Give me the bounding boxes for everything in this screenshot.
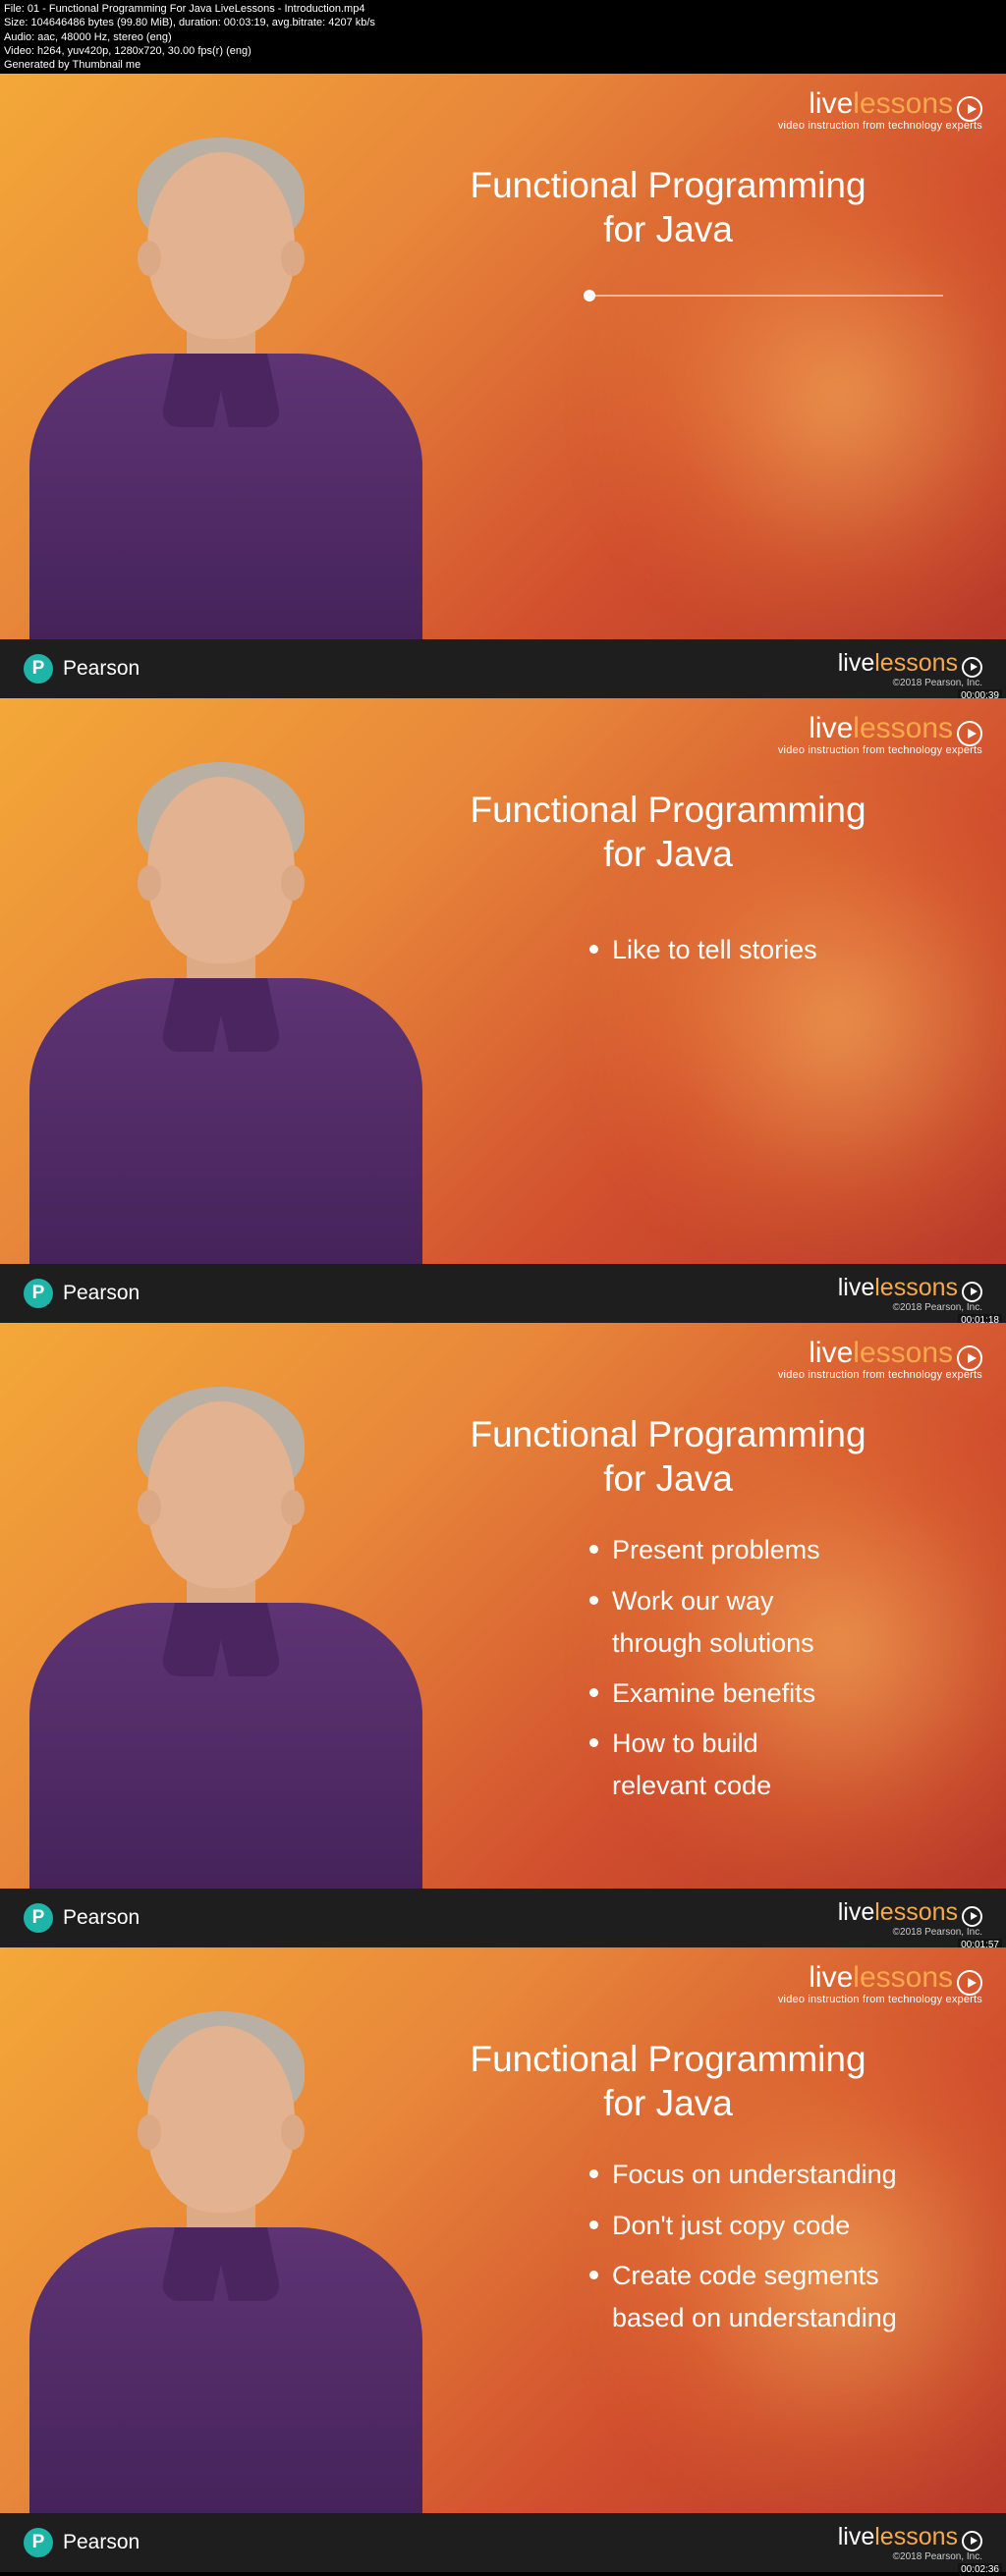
footer-play-icon — [962, 657, 982, 678]
meta-audio: Audio: aac, 48000 Hz, stereo (eng) — [4, 30, 1002, 44]
footer-right: livelessons ©2018 Pearson, Inc. 00:00:39 — [838, 649, 982, 688]
bullet-dot-icon — [589, 1596, 598, 1605]
pearson-logo: P Pearson — [24, 1903, 140, 1933]
bullet-list: Present problems Work our way through so… — [589, 1529, 867, 1815]
course-title: Functional Programming for Java — [383, 789, 953, 876]
footer-play-icon — [962, 1906, 982, 1927]
footer-play-icon — [962, 1282, 982, 1302]
bullet-item: Work our way through solutions — [589, 1580, 867, 1665]
course-title: Functional Programming for Java — [383, 1413, 953, 1501]
bullet-item: Examine benefits — [589, 1672, 867, 1715]
pearson-logo: P Pearson — [24, 2528, 140, 2557]
presenter-silhouette — [39, 1392, 393, 1889]
presenter-silhouette — [39, 2016, 393, 2513]
thumbnail-frame-1: livelessons video instruction from techn… — [0, 74, 1006, 639]
bullet-item: Focus on understanding — [589, 2154, 946, 2196]
livelessons-logo: livelessons video instruction from techn… — [778, 87, 982, 132]
bullet-text: Like to tell stories — [612, 929, 817, 971]
video-metadata: File: 01 - Functional Programming For Ja… — [0, 0, 1006, 74]
thumbnail-frame-4: livelessons video instruction from techn… — [0, 1947, 1006, 2513]
bullet-dot-icon — [589, 1688, 598, 1697]
pearson-p-icon: P — [24, 654, 53, 684]
logo-lessons-text: lessons — [853, 87, 953, 120]
bullet-list: Focus on understanding Don't just copy c… — [589, 2154, 946, 2347]
play-icon — [957, 96, 982, 122]
title-line-2: for Java — [603, 209, 733, 249]
footer-copyright: ©2018 Pearson, Inc. — [838, 678, 982, 688]
footer-play-icon — [962, 2531, 982, 2551]
bullet-dot-icon — [589, 2271, 598, 2279]
play-icon — [957, 1970, 982, 1996]
pearson-name: Pearson — [63, 657, 140, 681]
progress-indicator — [589, 295, 943, 297]
course-title: Functional Programming for Java — [383, 2038, 953, 2125]
play-icon — [957, 721, 982, 746]
logo-live-text: live — [809, 87, 853, 120]
thumbnail-frame-3: livelessons video instruction from techn… — [0, 1323, 1006, 1889]
bullet-dot-icon — [589, 945, 598, 954]
thumbnail-frame-2: livelessons video instruction from techn… — [0, 698, 1006, 1264]
bullet-dot-icon — [589, 1545, 598, 1554]
meta-size: Size: 104646486 bytes (99.80 MiB), durat… — [4, 16, 1002, 29]
frame-footer-3: P Pearson livelessons ©2018 Pearson, Inc… — [0, 1889, 1006, 1947]
frame-timestamp: 00:02:36 — [958, 2563, 1002, 2576]
meta-generated: Generated by Thumbnail me — [4, 58, 1002, 72]
bullet-item: Don't just copy code — [589, 2205, 946, 2247]
pearson-logo: P Pearson — [24, 654, 140, 684]
course-title: Functional Programming for Java — [383, 164, 953, 251]
bullet-item: How to build relevant code — [589, 1723, 867, 1807]
bullet-item: Create code segments based on understand… — [589, 2255, 946, 2339]
bullet-dot-icon — [589, 2220, 598, 2229]
bullet-item: Present problems — [589, 1529, 867, 1571]
bullet-item: Like to tell stories — [589, 929, 817, 971]
bullet-list: Like to tell stories — [589, 929, 817, 979]
title-line-1: Functional Programming — [470, 165, 866, 205]
meta-video: Video: h264, yuv420p, 1280x720, 30.00 fp… — [4, 44, 1002, 58]
bullet-dot-icon — [589, 2169, 598, 2178]
footer-live: live — [838, 649, 875, 677]
frame-footer-2: P Pearson livelessons ©2018 Pearson, Inc… — [0, 1264, 1006, 1323]
pearson-logo: P Pearson — [24, 1279, 140, 1308]
play-icon — [957, 1345, 982, 1371]
bullet-dot-icon — [589, 1738, 598, 1747]
presenter-silhouette — [39, 767, 393, 1264]
logo-tagline: video instruction from technology expert… — [778, 120, 982, 132]
presenter-silhouette — [39, 142, 393, 639]
livelessons-logo: livelessons video instruction from techn… — [778, 712, 982, 756]
footer-lessons: lessons — [874, 649, 958, 677]
livelessons-logo: livelessons video instruction from techn… — [778, 1337, 982, 1381]
livelessons-logo: livelessons video instruction from techn… — [778, 1961, 982, 2005]
frame-footer-4: P Pearson livelessons ©2018 Pearson, Inc… — [0, 2513, 1006, 2572]
frame-footer-1: P Pearson livelessons ©2018 Pearson, Inc… — [0, 639, 1006, 698]
meta-file: File: 01 - Functional Programming For Ja… — [4, 2, 1002, 16]
